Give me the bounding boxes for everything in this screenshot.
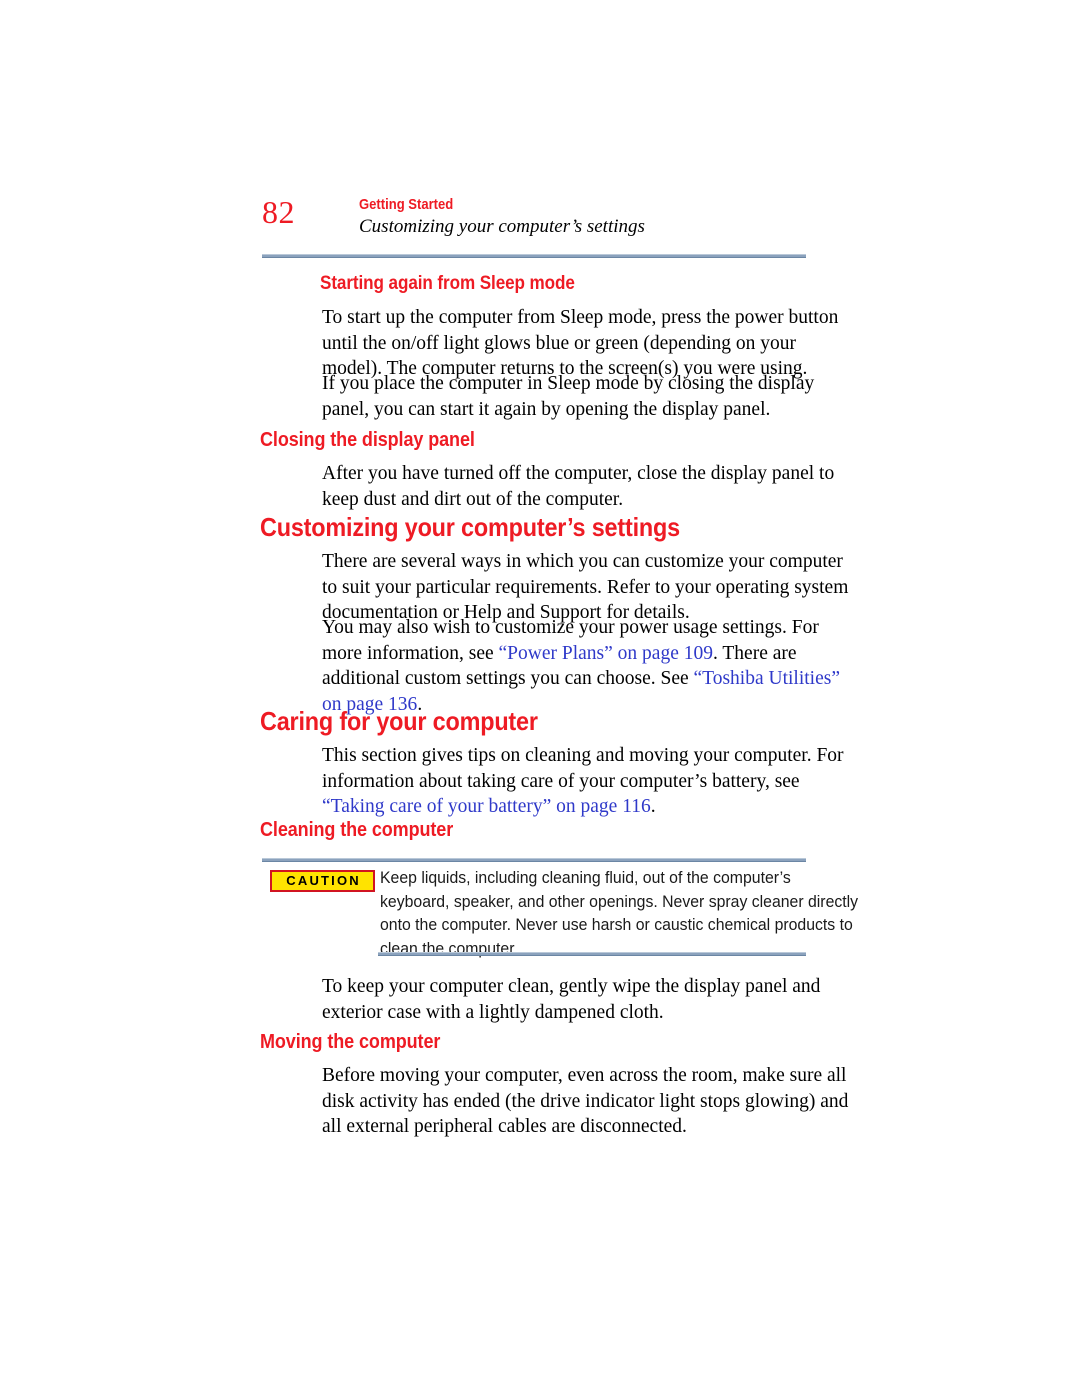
text-line: exterior case with a lightly dampened cl…: [322, 1001, 664, 1023]
text-line: This section gives tips on cleaning and …: [322, 745, 844, 766]
text-line: “Taking care of your battery” on page 11…: [322, 794, 812, 820]
text-line: all external peripheral cables are disco…: [322, 1116, 687, 1137]
heading-caring-for-your-computer: Caring for your computer: [260, 706, 538, 736]
text-run: .: [650, 796, 656, 817]
text-line: information about taking care of your co…: [322, 770, 800, 792]
caution-top-rule: [262, 858, 806, 862]
link-power-plans[interactable]: “Power Plans” on page 109: [499, 643, 713, 664]
text-line: additional custom settings you can choos…: [322, 666, 840, 692]
text-line: to suit your particular requirements. Re…: [322, 576, 849, 598]
text-line: To start up the computer from Sleep mode…: [322, 307, 839, 328]
caution-bottom-rule: [378, 952, 806, 956]
running-header: 82 Getting Started Customizing your comp…: [262, 194, 807, 252]
paragraph-moving-instructions: Before moving your computer, even across…: [322, 1063, 849, 1140]
text-line: After you have turned off the computer, …: [322, 463, 835, 484]
text-line: until the on/off light glows blue or gre…: [322, 332, 797, 354]
header-chapter-title: Getting Started: [359, 196, 454, 213]
caution-body-text: Keep liquids, including cleaning fluid, …: [380, 866, 859, 960]
heading-moving-the-computer: Moving the computer: [260, 1031, 441, 1053]
text-line: more information, see “Power Plans” on p…: [322, 641, 812, 667]
header-text-group: Getting Started Customizing your compute…: [359, 196, 645, 239]
header-section-title: Customizing your computer’s settings: [359, 216, 645, 237]
text-line: panel, you can start it again by opening…: [322, 398, 771, 420]
heading-starting-again-from-sleep-mode: Starting again from Sleep mode: [320, 273, 575, 294]
header-divider-rule: [262, 254, 806, 258]
text-line: onto the computer. Never use harsh or ca…: [380, 915, 853, 934]
text-line: Before moving your computer, even across…: [322, 1065, 847, 1086]
paragraph-cleaning-instructions: To keep your computer clean, gently wipe…: [322, 974, 821, 1025]
link-toshiba-utilities[interactable]: “Toshiba Utilities”: [694, 668, 840, 689]
text-run: additional custom settings you can choos…: [322, 668, 694, 689]
caution-badge-label: CAUTION: [286, 873, 361, 888]
text-line: keep dust and dirt out of the computer.: [322, 488, 624, 510]
paragraph-caring-intro: This section gives tips on cleaning and …: [322, 743, 844, 820]
heading-cleaning-the-computer: Cleaning the computer: [260, 819, 454, 841]
text-line: To keep your computer clean, gently wipe…: [322, 976, 821, 997]
paragraph-closing-display-panel: After you have turned off the computer, …: [322, 461, 835, 512]
paragraph-sleep-display-panel: If you place the computer in Sleep mode …: [322, 371, 815, 422]
manual-page: 82 Getting Started Customizing your comp…: [0, 0, 1080, 1397]
text-line: If you place the computer in Sleep mode …: [322, 373, 815, 394]
text-line: There are several ways in which you can …: [322, 551, 843, 572]
text-line: Keep liquids, including cleaning fluid, …: [380, 868, 791, 887]
link-taking-care-of-your-battery[interactable]: “Taking care of your battery” on page 11…: [322, 796, 651, 817]
heading-customizing-your-computers-settings: Customizing your computer’s settings: [260, 512, 680, 542]
text-run: . There are: [712, 642, 797, 664]
page-number: 82: [262, 194, 295, 230]
caution-badge: CAUTION: [270, 870, 375, 892]
heading-closing-the-display-panel: Closing the display panel: [260, 429, 475, 451]
paragraph-customizing-power-usage: You may also wish to customize your powe…: [322, 615, 840, 717]
text-line: keyboard, speaker, and other openings. N…: [380, 891, 859, 911]
text-run: more information, see: [322, 642, 499, 664]
text-line: clean the computer.: [380, 938, 518, 958]
text-line: You may also wish to customize your powe…: [322, 617, 819, 638]
text-line: disk activity has ended (the drive indic…: [322, 1090, 849, 1112]
